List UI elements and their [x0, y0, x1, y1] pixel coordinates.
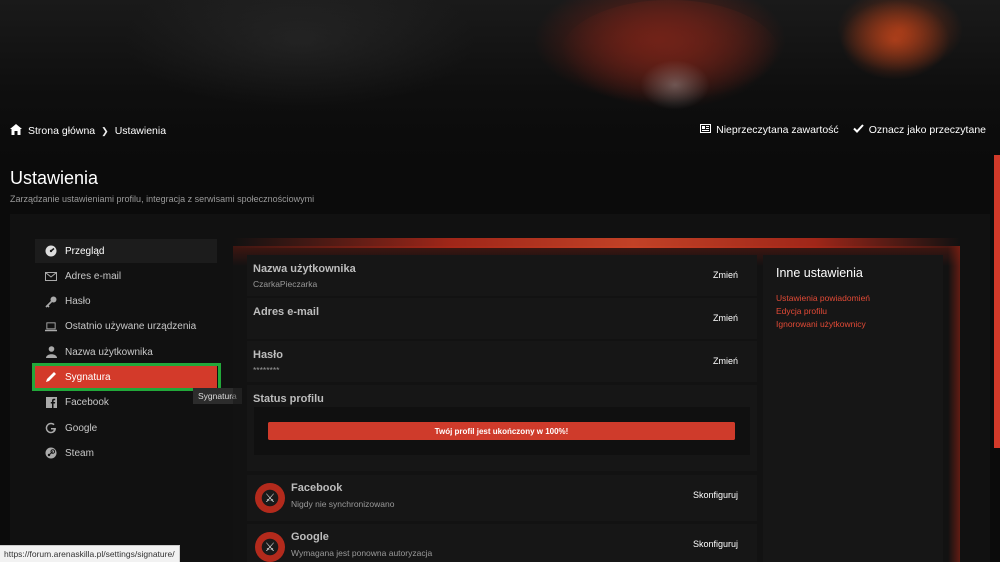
sidebar-item-label: Ostatnio używane urządzenia — [65, 321, 197, 333]
top-actions: Nieprzeczytana zawartość Oznacz jako prz… — [700, 124, 986, 136]
profile-progress-bar: Twój profil jest ukończony w 100%! — [268, 422, 735, 440]
sidebar-item-label: Sygnatura — [65, 371, 111, 383]
settings-sidebar: Przegląd Adres e-mail Hasło Ostatnio uży… — [35, 239, 217, 467]
profile-progress-text: Twój profil jest ukończony w 100%! — [434, 426, 569, 436]
scrollbar[interactable] — [994, 155, 1000, 448]
unread-content-link[interactable]: Nieprzeczytana zawartość — [700, 124, 839, 136]
sidebar-item-label: Adres e-mail — [65, 270, 122, 282]
sidebar-item-facebook[interactable]: Facebook — [35, 391, 217, 415]
sidebar-item-overview[interactable]: Przegląd — [35, 239, 217, 263]
pencil-icon — [45, 371, 57, 383]
newspaper-icon — [700, 124, 712, 136]
other-settings-title: Inne ustawienia — [776, 266, 863, 280]
configure-google-button[interactable]: Skonfiguruj — [693, 539, 738, 549]
other-settings-links: Ustawienia powiadomień Edycja profilu Ig… — [776, 293, 870, 329]
profile-status-label: Status profilu — [253, 393, 324, 405]
username-value: CzarkaPieczarka — [253, 279, 318, 289]
site-logo-icon: ⚔ — [255, 483, 285, 513]
profile-status-inner: Twój profil jest ukończony w 100%! — [254, 407, 750, 455]
sidebar-item-label: Przegląd — [65, 245, 105, 257]
user-icon — [45, 346, 57, 359]
steam-icon — [45, 447, 57, 459]
page-title: Ustawienia — [10, 168, 99, 188]
panel-top-accent — [233, 238, 960, 248]
facebook-label: Facebook — [291, 482, 343, 494]
change-email-button[interactable]: Zmień — [713, 313, 738, 323]
password-row: Hasło ******** Zmień — [247, 341, 757, 382]
sidebar-item-label: Hasło — [65, 296, 91, 308]
sidebar-item-password[interactable]: Hasło — [35, 290, 217, 314]
sidebar-item-label: Google — [65, 422, 98, 434]
google-status: Wymagana jest ponowna autoryzacja — [291, 548, 433, 558]
sidebar-item-label: Nazwa użytkownika — [65, 346, 153, 358]
profile-status-box: Status profilu Twój profil jest ukończon… — [247, 385, 757, 471]
sidebar-item-devices[interactable]: Ostatnio używane urządzenia — [35, 315, 217, 339]
breadcrumb-home[interactable]: Strona główna — [28, 125, 95, 137]
other-settings-box: Inne ustawienia Ustawienia powiadomień E… — [763, 255, 943, 562]
email-row: Adres e-mail Zmień — [247, 298, 757, 339]
google-row: ⚔ Google Wymagana jest ponowna autoryzac… — [247, 524, 757, 562]
sidebar-item-steam[interactable]: Steam — [35, 441, 217, 465]
change-username-button[interactable]: Zmień — [713, 270, 738, 280]
username-row: Nazwa użytkownika CzarkaPieczarka Zmień — [247, 255, 757, 296]
check-icon — [852, 124, 864, 136]
email-label: Adres e-mail — [253, 306, 320, 318]
configure-facebook-button[interactable]: Skonfiguruj — [693, 490, 738, 500]
edit-profile-link[interactable]: Edycja profilu — [776, 306, 870, 316]
breadcrumb-current[interactable]: Ustawienia — [115, 125, 166, 137]
notification-settings-link[interactable]: Ustawienia powiadomień — [776, 293, 870, 303]
panel-right-accent — [948, 246, 960, 562]
facebook-icon — [45, 397, 57, 409]
username-label: Nazwa użytkownika — [253, 263, 356, 275]
dashboard-icon — [45, 245, 57, 257]
mark-read-link[interactable]: Oznacz jako przeczytane — [852, 124, 986, 136]
google-label: Google — [291, 531, 329, 543]
laptop-icon — [45, 321, 57, 333]
site-logo-icon: ⚔ — [255, 532, 285, 562]
sidebar-item-email[interactable]: Adres e-mail — [35, 264, 217, 288]
change-password-button[interactable]: Zmień — [713, 356, 738, 366]
chevron-right-icon: ❯ — [101, 125, 109, 136]
sidebar-item-label: Steam — [65, 447, 94, 459]
password-value: ******** — [253, 365, 280, 375]
sidebar-item-username[interactable]: Nazwa użytkownika — [35, 340, 217, 364]
sidebar-item-google[interactable]: Google — [35, 416, 217, 440]
unread-content-label: Nieprzeczytana zawartość — [716, 124, 839, 136]
sidebar-item-label: Facebook — [65, 397, 109, 409]
password-label: Hasło — [253, 349, 283, 361]
status-bar-url: https://forum.arenaskilla.pl/settings/si… — [0, 545, 180, 562]
breadcrumb: Strona główna ❯ Ustawienia — [10, 124, 166, 138]
google-icon — [45, 422, 57, 434]
home-icon — [10, 124, 22, 138]
envelope-icon — [45, 270, 57, 282]
facebook-status: Nigdy nie synchronizowano — [291, 499, 395, 509]
key-icon — [45, 296, 57, 308]
sidebar-item-signature[interactable]: Sygnatura — [35, 365, 217, 390]
facebook-row: ⚔ Facebook Nigdy nie synchronizowano Sko… — [247, 475, 757, 521]
ignored-users-link[interactable]: Ignorowani użytkownicy — [776, 319, 870, 329]
mark-read-label: Oznacz jako przeczytane — [868, 124, 986, 136]
page-subtitle: Zarządzanie ustawieniami profilu, integr… — [10, 194, 315, 204]
